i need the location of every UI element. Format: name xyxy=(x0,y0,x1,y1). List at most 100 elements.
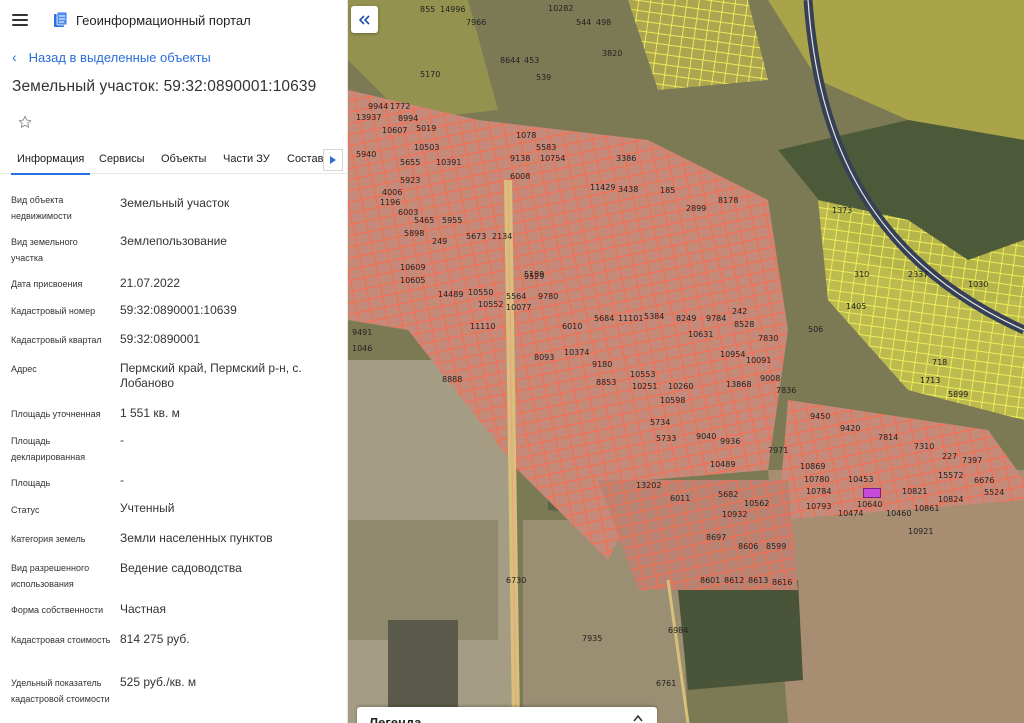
parcel-label: 5923 xyxy=(400,176,421,185)
parcel-label: 7971 xyxy=(768,446,789,455)
parcel-label: 8853 xyxy=(596,378,617,387)
parcel-label: 9780 xyxy=(538,292,559,301)
parcel-label: 453 xyxy=(524,56,540,65)
parcel-label: 5898 xyxy=(404,229,425,238)
parcel-label: 3386 xyxy=(616,154,637,163)
parcel-label: 10754 xyxy=(540,154,566,163)
parcel-label: 10609 xyxy=(400,263,426,272)
parcel-label: 11110 xyxy=(470,322,496,331)
parcel-label: 10607 xyxy=(382,126,408,135)
parcel-label: 5682 xyxy=(718,490,739,499)
parcel-label: 5465 xyxy=(414,216,435,225)
parcel-label: 10091 xyxy=(746,356,772,365)
parcel-label: 15572 xyxy=(938,471,964,480)
parcel-label: 10282 xyxy=(548,4,574,13)
parcel-label: 1030 xyxy=(968,280,989,289)
parcel-label: 5899 xyxy=(948,390,969,399)
parcel-label: 10391 xyxy=(436,158,462,167)
tab-information[interactable]: Информация xyxy=(10,153,91,175)
parcel-label: 7935 xyxy=(582,634,603,643)
parcel-label: 8249 xyxy=(676,314,697,323)
tab-scroll-right-button[interactable] xyxy=(323,149,343,171)
portal-logo-icon xyxy=(54,12,68,27)
property-label: Кадастровый номер xyxy=(11,306,96,316)
parcel-label: 4006 xyxy=(382,188,403,197)
parcel-label: 10562 xyxy=(744,499,770,508)
property-label: Кадастровый квартал xyxy=(11,335,102,345)
parcel-label: 9008 xyxy=(760,374,781,383)
parcel-label: 14996 xyxy=(440,5,466,14)
parcel-label: 5384 xyxy=(644,312,665,321)
parcel-label: 9450 xyxy=(810,412,831,421)
parcel-label: 242 xyxy=(732,307,748,316)
property-label: Категория земель xyxy=(11,534,86,544)
top-bar: Геоинформационный портал xyxy=(0,0,347,40)
parcel-label: 7397 xyxy=(962,456,983,465)
selected-parcel-highlight[interactable] xyxy=(863,488,881,498)
parcel-label: 9491 xyxy=(352,328,373,337)
parcel-label: 3820 xyxy=(602,49,623,58)
chevron-left-icon: ‹ xyxy=(12,49,17,65)
parcel-label: 8599 xyxy=(766,542,787,551)
tab-parts[interactable]: Части ЗУ xyxy=(223,153,270,165)
property-label: Кадастровая стоимость xyxy=(11,635,111,645)
triangle-right-icon xyxy=(330,156,336,164)
chevron-up-icon[interactable] xyxy=(633,714,643,722)
menu-icon[interactable] xyxy=(12,14,28,26)
parcel-label: 10869 xyxy=(800,462,826,471)
parcel-label: 10824 xyxy=(938,495,964,504)
parcel-label: 8528 xyxy=(734,320,755,329)
parcel-label: 10932 xyxy=(722,510,748,519)
property-value: Учтенный xyxy=(120,501,175,515)
parcel-label: 2134 xyxy=(492,232,513,241)
tab-services[interactable]: Сервисы xyxy=(99,153,145,165)
parcel-label: 506 xyxy=(808,325,824,334)
tab-objects[interactable]: Объекты xyxy=(161,153,206,165)
property-value: 1 551 кв. м xyxy=(120,406,180,420)
parcel-label: 6676 xyxy=(974,476,995,485)
property-value: Земельный участок xyxy=(120,196,230,210)
parcel-label: 1772 xyxy=(390,102,411,111)
back-to-selected-link[interactable]: ‹ Назад в выделенные объекты xyxy=(12,49,211,65)
parcel-label: 310 xyxy=(854,270,870,279)
property-value: 21.07.2022 xyxy=(120,276,181,290)
property-label: Форма собственности xyxy=(11,605,104,615)
property-label: Адрес xyxy=(11,364,37,374)
parcel-label: 10861 xyxy=(914,504,940,513)
parcel-label: 10550 xyxy=(468,288,494,297)
parcel-label: 10598 xyxy=(660,396,686,405)
parcel-label: 8178 xyxy=(718,196,739,205)
property-label: Вид объекта недвижимости xyxy=(11,195,72,221)
parcel-label: 3438 xyxy=(618,185,639,194)
property-value: Землепользование xyxy=(120,234,227,248)
parcel-label: 13937 xyxy=(356,113,382,122)
parcel-label: 5019 xyxy=(416,124,437,133)
parcel-label: 5655 xyxy=(400,158,421,167)
parcel-label: 7836 xyxy=(776,386,797,395)
parcel-label: 1196 xyxy=(380,198,401,207)
parcel-label: 10631 xyxy=(688,330,714,339)
cadastral-map[interactable]: 855 14996 7966 10282 544 498 5170 3820 8… xyxy=(348,0,1024,723)
parcel-label: 9784 xyxy=(706,314,727,323)
parcel-label: 9180 xyxy=(592,360,613,369)
favorite-star-icon[interactable] xyxy=(17,114,33,130)
parcel-label: 1405 xyxy=(846,302,867,311)
collapse-panel-button[interactable] xyxy=(351,6,378,33)
parcel-label: 6984 xyxy=(668,626,689,635)
parcel-label: 10374 xyxy=(564,348,590,357)
parcel-label: 8093 xyxy=(534,353,555,362)
legend-panel[interactable]: Легенда xyxy=(357,707,657,723)
parcel-label: 13202 xyxy=(636,481,662,490)
parcel-label: 10453 xyxy=(848,475,874,484)
property-value: - xyxy=(120,473,124,487)
parcel-label: 10605 xyxy=(400,276,426,285)
app-title: Геоинформационный портал xyxy=(76,12,251,28)
back-link-label: Назад в выделенные объекты xyxy=(28,49,211,65)
parcel-label: 2337 xyxy=(908,270,929,279)
parcel-label: 8994 xyxy=(398,114,419,123)
parcel-label: 9040 xyxy=(696,432,717,441)
parcel-label: 14489 xyxy=(438,290,464,299)
property-value: 59:32:0890001:10639 xyxy=(120,303,237,317)
tab-composition[interactable]: Состав xyxy=(287,153,323,165)
parcel-label: 5524 xyxy=(984,488,1005,497)
